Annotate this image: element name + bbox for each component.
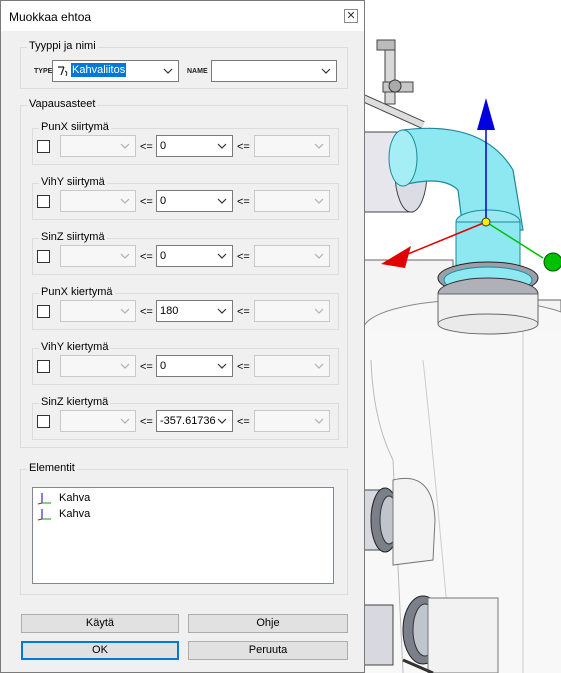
chevron-down-icon	[217, 308, 227, 314]
dof-min-select[interactable]	[60, 245, 136, 267]
dof-row-checkbox[interactable]	[37, 250, 50, 263]
dof-max-select[interactable]	[254, 355, 330, 377]
dof-row-checkbox[interactable]	[37, 305, 50, 318]
le-operator-right: <=	[237, 361, 250, 373]
chevron-down-icon	[314, 363, 324, 369]
dof-max-select[interactable]	[254, 135, 330, 157]
dof-row-title: VihY siirtymä	[39, 176, 107, 188]
le-operator-right: <=	[237, 196, 250, 208]
dof-row-checkbox[interactable]	[37, 415, 50, 428]
axes-icon	[37, 509, 51, 521]
close-button[interactable]: ✕	[344, 9, 358, 23]
dof-row-checkbox[interactable]	[37, 140, 50, 153]
dof-group-title: Vapausasteet	[27, 98, 98, 110]
name-select[interactable]	[211, 60, 337, 82]
dof-value: 0	[160, 195, 167, 207]
chevron-down-icon	[163, 68, 173, 74]
type-name-group-title: Tyyppi ja nimi	[27, 40, 98, 52]
dof-min-select[interactable]	[60, 410, 136, 432]
dof-value: 0	[160, 360, 167, 372]
chevron-down-icon	[217, 198, 227, 204]
ok-button[interactable]: OK	[21, 641, 179, 660]
dof-min-select[interactable]	[60, 190, 136, 212]
piping-model-scene	[363, 39, 561, 673]
le-operator-left: <=	[140, 361, 153, 373]
le-operator-left: <=	[140, 196, 153, 208]
elements-list[interactable]: Kahva Kahva	[32, 487, 334, 584]
dof-value-select[interactable]: 0	[156, 355, 233, 377]
title-bar: Muokkaa ehtoa ✕	[1, 1, 364, 31]
chevron-down-icon	[120, 418, 130, 424]
type-select[interactable]: Kahvaliitos	[52, 60, 179, 82]
chevron-down-icon	[120, 198, 130, 204]
list-item-label: Kahva	[59, 508, 91, 520]
chevron-down-icon	[120, 253, 130, 259]
dof-value-select[interactable]: 180	[156, 300, 233, 322]
connection-icon	[58, 66, 68, 77]
chevron-down-icon	[314, 308, 324, 314]
name-label: NAME	[187, 68, 208, 75]
chevron-down-icon	[120, 308, 130, 314]
type-label: TYPE	[34, 68, 53, 75]
list-item-label: Kahva	[59, 492, 91, 504]
dof-max-select[interactable]	[254, 245, 330, 267]
chevron-down-icon	[217, 363, 227, 369]
dof-value-select[interactable]: -357.61736	[156, 410, 233, 432]
dof-min-select[interactable]	[60, 355, 136, 377]
dof-row-title: SinZ kiertymä	[39, 396, 111, 408]
chevron-down-icon	[120, 143, 130, 149]
dof-value-select[interactable]: 0	[156, 245, 233, 267]
type-select-value: Kahvaliitos	[71, 63, 127, 77]
dof-value: 180	[160, 305, 179, 317]
apply-button[interactable]: Käytä	[21, 614, 179, 633]
dof-value-select[interactable]: 0	[156, 190, 233, 212]
dof-value-select[interactable]: 0	[156, 135, 233, 157]
dof-max-select[interactable]	[254, 410, 330, 432]
chevron-down-icon	[217, 143, 227, 149]
dof-row-checkbox[interactable]	[37, 360, 50, 373]
3d-viewport[interactable]	[363, 0, 561, 673]
chevron-down-icon	[314, 418, 324, 424]
le-operator-right: <=	[237, 306, 250, 318]
le-operator-right: <=	[237, 416, 250, 428]
chevron-down-icon	[321, 68, 331, 74]
chevron-down-icon	[314, 198, 324, 204]
le-operator-left: <=	[140, 251, 153, 263]
cancel-button[interactable]: Peruuta	[188, 641, 348, 660]
close-icon: ✕	[346, 10, 356, 22]
dof-max-select[interactable]	[254, 300, 330, 322]
le-operator-left: <=	[140, 141, 153, 153]
chevron-down-icon	[120, 363, 130, 369]
dof-row-title: VihY kiertymä	[39, 341, 111, 353]
dialog-title: Muokkaa ehtoa	[9, 10, 92, 24]
dof-row-title: PunX kiertymä	[39, 286, 115, 298]
dof-value: 0	[160, 250, 167, 262]
dof-row-checkbox[interactable]	[37, 195, 50, 208]
help-button[interactable]: Ohje	[188, 614, 348, 633]
dof-max-select[interactable]	[254, 190, 330, 212]
chevron-down-icon	[314, 143, 324, 149]
chevron-down-icon	[217, 418, 227, 424]
le-operator-left: <=	[140, 416, 153, 428]
dof-value: 0	[160, 140, 167, 152]
chevron-down-icon	[217, 253, 227, 259]
chevron-down-icon	[314, 253, 324, 259]
dof-value: -357.61736	[160, 415, 216, 427]
le-operator-right: <=	[237, 141, 250, 153]
le-operator-left: <=	[140, 306, 153, 318]
le-operator-right: <=	[237, 251, 250, 263]
elements-group-title: Elementit	[27, 462, 77, 474]
dof-min-select[interactable]	[60, 135, 136, 157]
dof-row-title: PunX siirtymä	[39, 121, 111, 133]
axes-icon	[37, 493, 51, 505]
edit-condition-dialog: Muokkaa ehtoa ✕ Tyyppi ja nimi TYPE Kahv…	[0, 0, 365, 673]
dof-row-title: SinZ siirtymä	[39, 231, 107, 243]
dof-min-select[interactable]	[60, 300, 136, 322]
